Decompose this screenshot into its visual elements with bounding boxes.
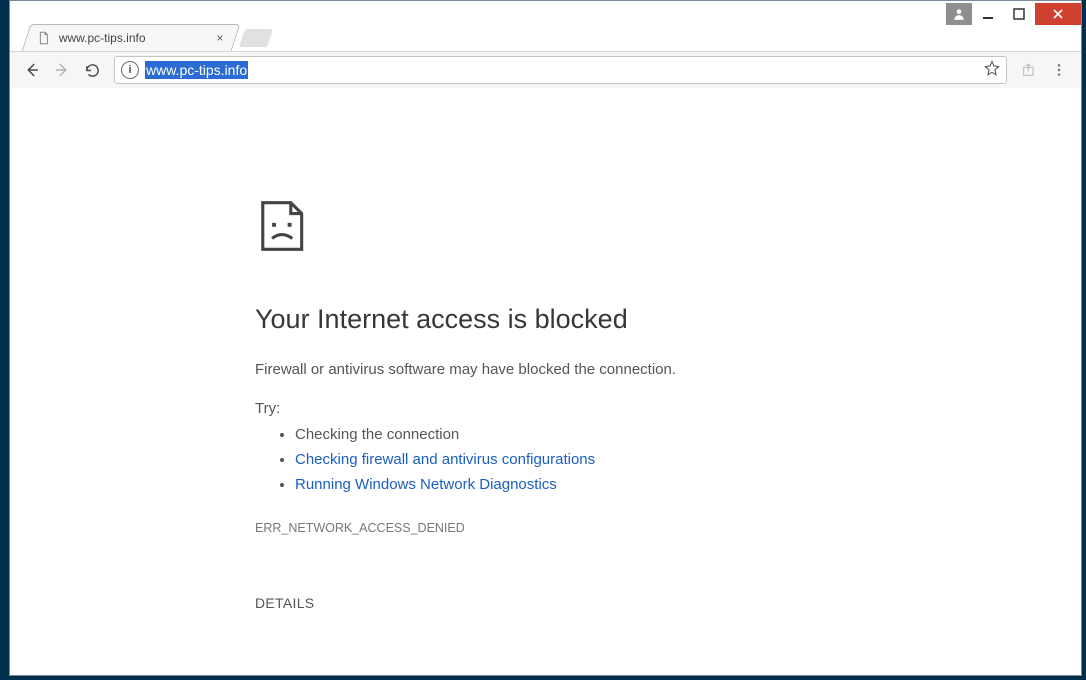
share-icon bbox=[1021, 62, 1037, 78]
info-icon: i bbox=[128, 64, 131, 76]
error-title: Your Internet access is blocked bbox=[255, 304, 875, 335]
arrow-left-icon bbox=[23, 61, 41, 79]
viewport: Your Internet access is blocked Firewall… bbox=[10, 88, 1081, 675]
details-button[interactable]: DETAILS bbox=[255, 595, 875, 611]
toolbar: i www.pc-tips.info bbox=[10, 51, 1081, 89]
back-button[interactable] bbox=[18, 56, 46, 84]
window-user-button[interactable] bbox=[946, 3, 972, 25]
window-minimize-button[interactable] bbox=[973, 3, 1003, 25]
bookmark-button[interactable] bbox=[984, 60, 1000, 81]
user-icon bbox=[952, 7, 966, 21]
maximize-icon bbox=[1013, 8, 1025, 20]
arrow-right-icon bbox=[53, 61, 71, 79]
suggestion-link-firewall[interactable]: Checking firewall and antivirus configur… bbox=[295, 451, 595, 468]
tab-favicon bbox=[37, 31, 51, 45]
browser-window: www.pc-tips.info × i bbox=[9, 0, 1082, 676]
reload-icon bbox=[84, 62, 101, 79]
suggestion-item: Running Windows Network Diagnostics bbox=[295, 473, 875, 498]
window-titlebar bbox=[945, 1, 1081, 27]
close-icon bbox=[1052, 8, 1064, 20]
suggestion-list: Checking the connection Checking firewal… bbox=[255, 423, 875, 497]
share-button[interactable] bbox=[1015, 56, 1043, 84]
window-close-button[interactable] bbox=[1035, 3, 1081, 25]
sad-page-icon bbox=[255, 198, 315, 258]
error-code: ERR_NETWORK_ACCESS_DENIED bbox=[255, 521, 875, 535]
error-description: Firewall or antivirus software may have … bbox=[255, 361, 875, 378]
try-label: Try: bbox=[255, 400, 875, 417]
site-info-button[interactable]: i bbox=[121, 61, 139, 79]
active-tab[interactable]: www.pc-tips.info × bbox=[22, 24, 241, 51]
omnibox-url: www.pc-tips.info bbox=[145, 61, 248, 79]
new-tab-button[interactable] bbox=[239, 29, 273, 47]
star-icon bbox=[984, 60, 1000, 76]
page-icon bbox=[37, 31, 51, 45]
tabstrip: www.pc-tips.info × bbox=[10, 23, 1081, 51]
chrome-menu-button[interactable] bbox=[1045, 56, 1073, 84]
omnibox[interactable]: i www.pc-tips.info bbox=[114, 56, 1007, 84]
forward-button[interactable] bbox=[48, 56, 76, 84]
tab-title: www.pc-tips.info bbox=[59, 31, 213, 45]
suggestion-link-diagnostics[interactable]: Running Windows Network Diagnostics bbox=[295, 476, 557, 493]
suggestion-item: Checking firewall and antivirus configur… bbox=[295, 448, 875, 473]
more-vertical-icon bbox=[1051, 62, 1067, 78]
error-page: Your Internet access is blocked Firewall… bbox=[255, 198, 875, 611]
suggestion-item: Checking the connection bbox=[295, 423, 875, 448]
minimize-icon bbox=[982, 8, 994, 20]
reload-button[interactable] bbox=[78, 56, 106, 84]
window-maximize-button[interactable] bbox=[1004, 3, 1034, 25]
tab-close-button[interactable]: × bbox=[213, 31, 227, 45]
